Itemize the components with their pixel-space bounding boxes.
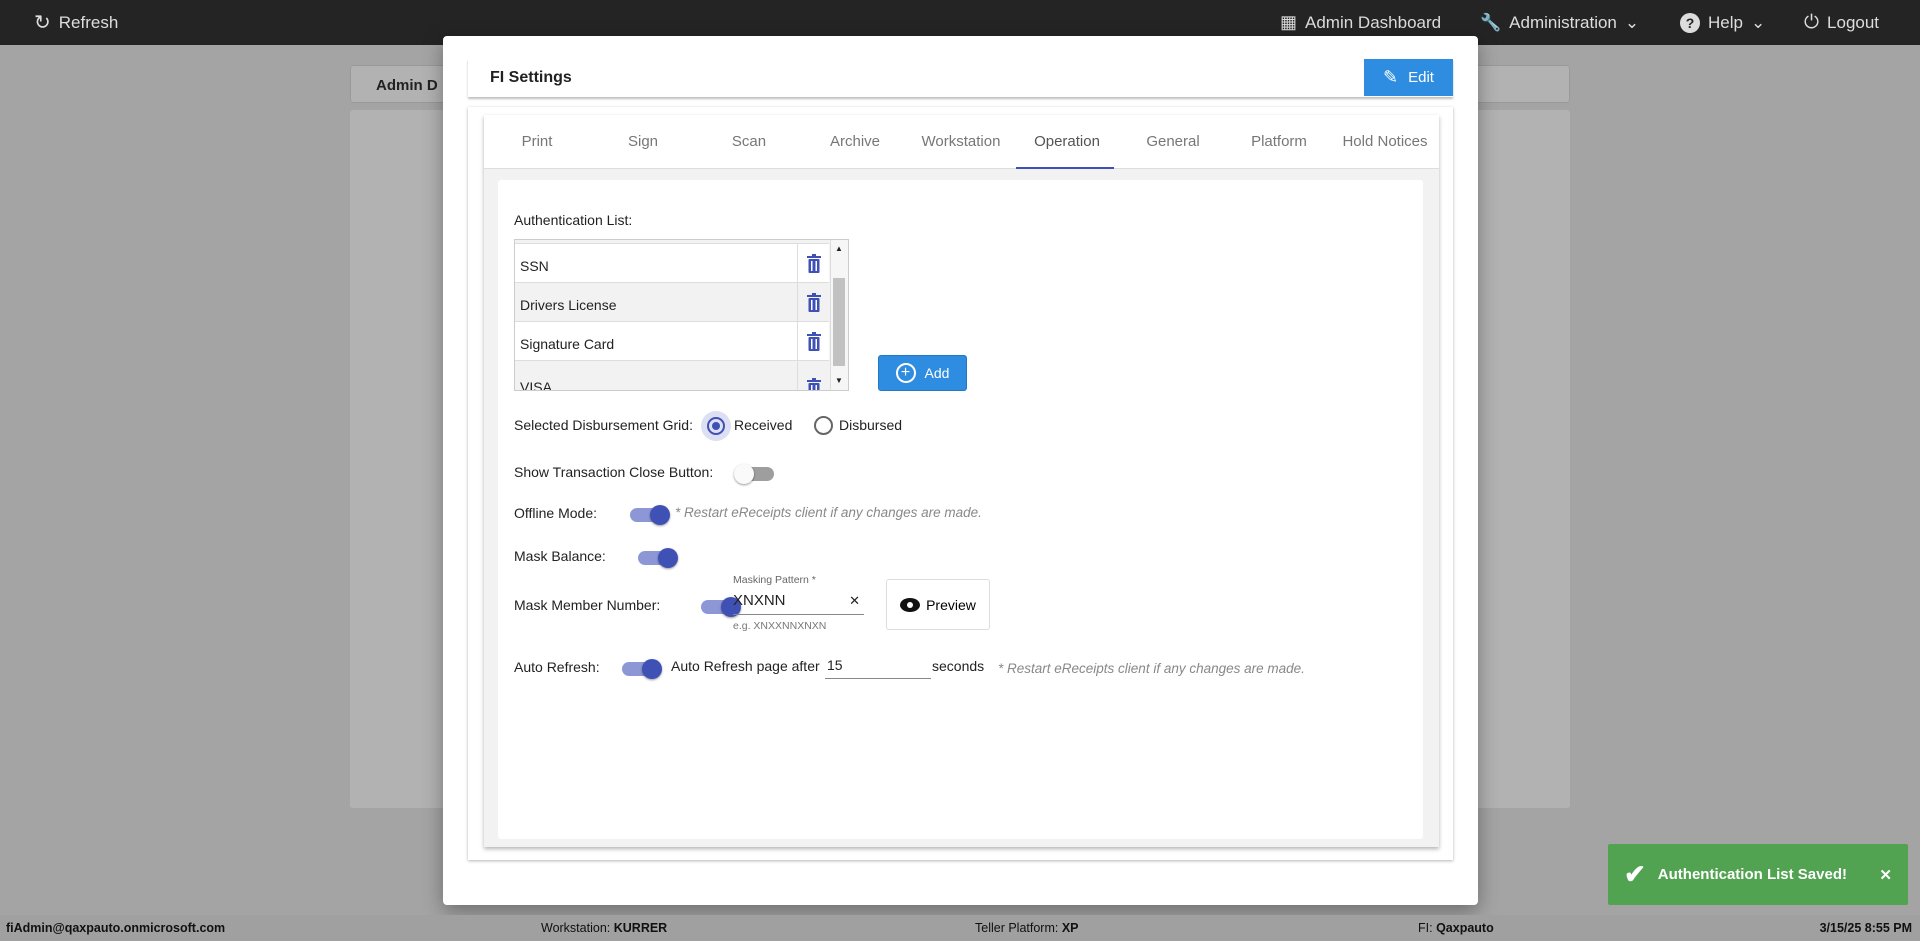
- mask-member-toggle[interactable]: [701, 597, 741, 617]
- tab-operation[interactable]: Operation: [1014, 115, 1120, 169]
- toast-success: ✔ Authentication List Saved! ✕: [1608, 844, 1908, 905]
- clear-icon[interactable]: ✕: [849, 593, 860, 609]
- dashboard-icon: ▦: [1280, 12, 1298, 32]
- tab-workstation[interactable]: Workstation: [908, 115, 1014, 168]
- disbursement-label: Selected Disbursement Grid:: [514, 417, 693, 433]
- mask-balance-label: Mask Balance:: [514, 548, 606, 564]
- plus-circle-icon: +: [895, 363, 916, 383]
- administration-menu[interactable]: 🔧 Administration ⌄: [1480, 0, 1639, 45]
- offline-toggle[interactable]: [630, 505, 670, 525]
- pencil-icon: ✎: [1383, 67, 1399, 87]
- add-button[interactable]: + Add: [878, 355, 967, 391]
- power-icon: ⏻: [1804, 11, 1820, 33]
- show-close-label: Show Transaction Close Button:: [514, 464, 714, 480]
- trash-icon[interactable]: [798, 283, 829, 321]
- list-scrollbar[interactable]: ▲ ▼: [830, 240, 848, 390]
- radio-disbursed[interactable]: [814, 416, 833, 435]
- auto-refresh-seconds-input[interactable]: 15: [825, 652, 931, 679]
- tab-bar: Print Sign Scan Archive Workstation Oper…: [484, 115, 1439, 169]
- auto-refresh-toggle[interactable]: [622, 659, 662, 679]
- status-bar: fiAdmin@qaxpauto.onmicrosoft.com Worksta…: [0, 915, 1920, 941]
- eye-icon: [900, 597, 921, 612]
- scroll-thumb[interactable]: [833, 278, 845, 366]
- chevron-down-icon: ⌄: [1624, 12, 1640, 32]
- preview-button[interactable]: Preview: [886, 579, 990, 630]
- operation-content: Authentication List: SSN Drivers License…: [498, 180, 1423, 839]
- mask-member-label: Mask Member Number:: [514, 597, 661, 613]
- tab-platform[interactable]: Platform: [1226, 115, 1332, 168]
- help-menu[interactable]: ? Help ⌄: [1680, 0, 1765, 45]
- refresh-button[interactable]: ↻ Refresh: [34, 0, 118, 45]
- close-icon[interactable]: ✕: [1879, 866, 1892, 884]
- tabs-panel: Print Sign Scan Archive Workstation Oper…: [484, 115, 1439, 847]
- offline-label: Offline Mode:: [514, 505, 598, 521]
- scroll-up-icon[interactable]: ▲: [835, 244, 843, 253]
- tab-hold-notices[interactable]: Hold Notices: [1332, 115, 1438, 168]
- auto-refresh-label: Auto Refresh:: [514, 659, 600, 675]
- help-icon: ?: [1680, 12, 1700, 33]
- tab-general[interactable]: General: [1120, 115, 1226, 168]
- show-close-toggle[interactable]: [734, 464, 774, 484]
- scroll-down-icon[interactable]: ▼: [835, 376, 843, 385]
- auth-list-label: Authentication List:: [514, 212, 633, 228]
- mask-balance-toggle[interactable]: [638, 548, 678, 568]
- wrench-icon: 🔧: [1480, 12, 1502, 32]
- fi-settings-modal: FI Settings ✎ Edit Print Sign Scan Archiv…: [443, 36, 1478, 905]
- check-icon: ✔: [1624, 859, 1646, 889]
- logout-button[interactable]: ⏻ Logout: [1804, 0, 1879, 45]
- list-item[interactable]: Drivers License: [515, 282, 829, 321]
- refresh-icon: ↻: [34, 12, 51, 34]
- trash-icon[interactable]: [798, 361, 829, 390]
- masking-pattern-input[interactable]: XNXNN ✕: [733, 588, 864, 615]
- tab-archive[interactable]: Archive: [802, 115, 908, 168]
- tab-scan[interactable]: Scan: [696, 115, 802, 168]
- tab-sign[interactable]: Sign: [590, 115, 696, 168]
- settings-card: Print Sign Scan Archive Workstation Oper…: [468, 107, 1453, 860]
- chevron-down-icon: ⌄: [1750, 12, 1766, 32]
- list-item[interactable]: VISA: [515, 360, 829, 390]
- modal-title: FI Settings: [468, 59, 1453, 97]
- trash-icon[interactable]: [798, 244, 829, 282]
- trash-icon[interactable]: [798, 322, 829, 360]
- tab-print[interactable]: Print: [484, 115, 590, 168]
- radio-received[interactable]: [701, 411, 731, 441]
- list-item[interactable]: SSN: [515, 243, 829, 282]
- edit-button[interactable]: ✎ Edit: [1364, 59, 1453, 96]
- list-item[interactable]: Signature Card: [515, 321, 829, 360]
- auth-list: SSN Drivers License Signature Card VISA …: [514, 239, 849, 391]
